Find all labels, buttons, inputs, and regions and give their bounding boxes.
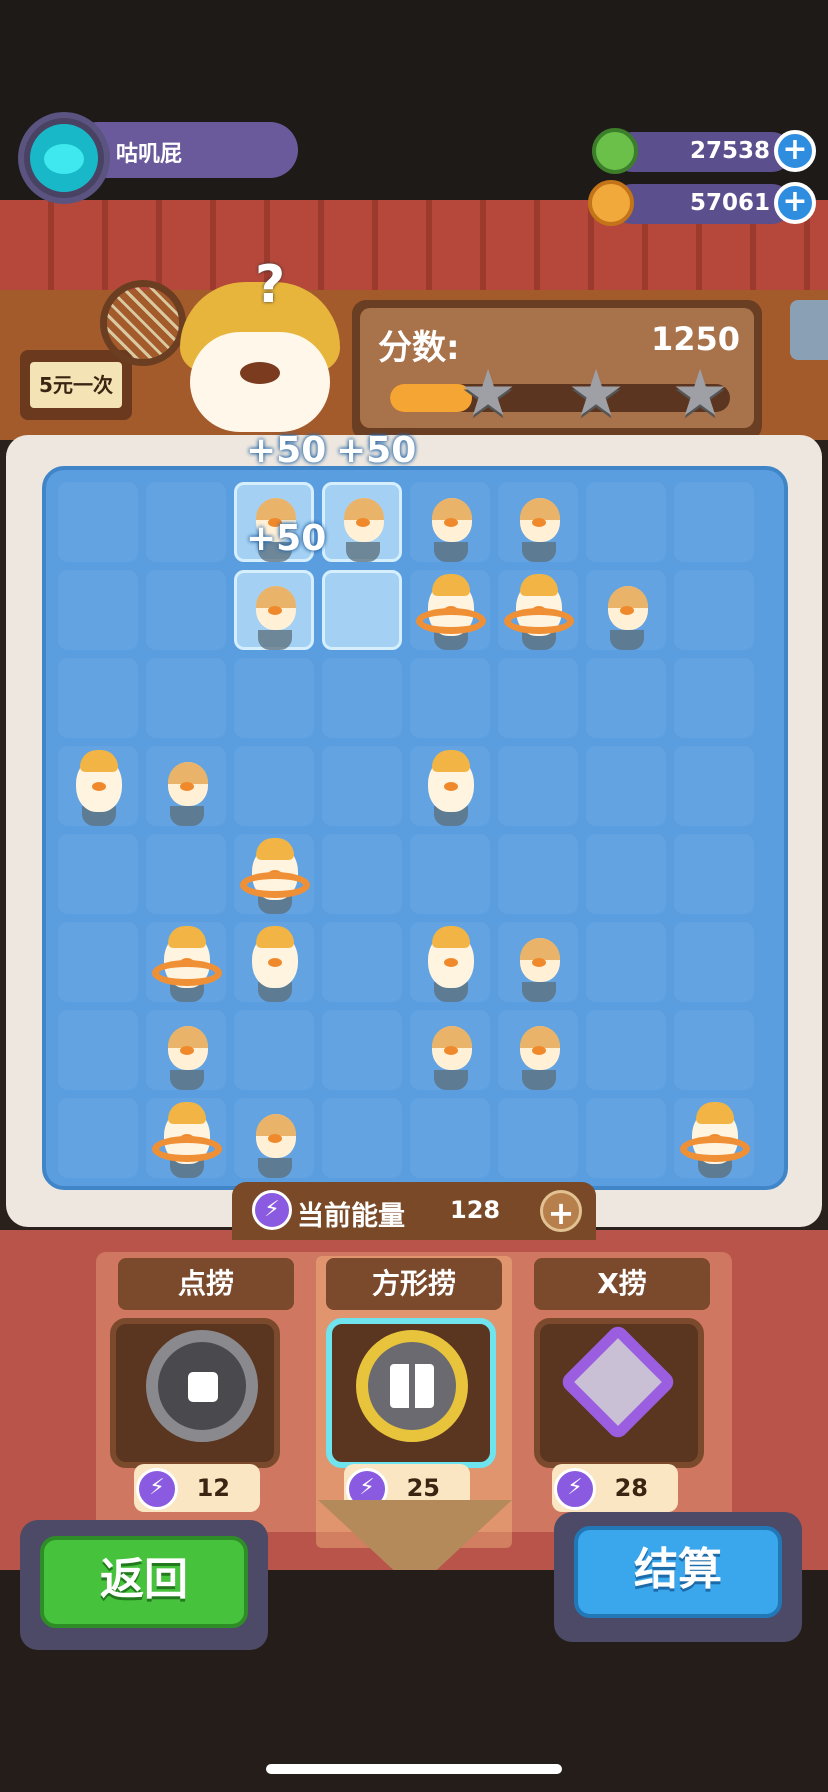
grid-cell[interactable] [58,570,138,650]
grid-cell[interactable] [234,1010,314,1090]
grid-cell[interactable] [674,1010,754,1090]
add-gems-button[interactable]: + [774,130,816,172]
small-duck[interactable] [238,1096,312,1182]
grid-cell[interactable] [498,1098,578,1178]
grid-cell[interactable] [498,746,578,826]
score-popup: +50 [336,430,417,471]
grid-cell[interactable] [586,746,666,826]
duck-with-float[interactable] [150,920,224,1006]
grid-cell[interactable] [58,482,138,562]
grid-cell[interactable] [322,658,402,738]
energy-label: 当前能量 [297,1201,405,1232]
big-duck[interactable] [414,920,488,1006]
tool-title-point: 点捞 [118,1258,294,1310]
small-duck[interactable] [590,568,664,654]
single-net-center [188,1372,218,1402]
add-energy-button[interactable]: + [540,1190,582,1232]
duck-with-float[interactable] [414,568,488,654]
grid-cell[interactable] [146,482,226,562]
grid-cell[interactable] [234,658,314,738]
score-popup: +50 [246,430,327,471]
grid-cell[interactable] [58,658,138,738]
star-1-icon: ★ [459,357,517,431]
small-duck[interactable] [414,480,488,566]
small-duck[interactable] [150,1008,224,1094]
grid-cell[interactable] [58,834,138,914]
grid-cell[interactable] [58,1010,138,1090]
small-duck[interactable] [238,568,312,654]
fishing-net-icon [100,280,186,366]
energy-icon: ⚡ [136,1468,178,1510]
grid-cell[interactable] [410,1098,490,1178]
small-duck[interactable] [502,480,576,566]
grid-cell[interactable] [322,1098,402,1178]
gold-coin-icon [588,180,634,226]
energy-icon: ⚡ [252,1190,292,1230]
grid-cell[interactable] [146,834,226,914]
settle-button[interactable]: 结算 [574,1526,782,1618]
big-duck[interactable] [62,744,136,830]
pond-board[interactable] [42,466,788,1190]
grid-cell[interactable] [58,922,138,1002]
coin-count: 57061 [689,190,770,216]
energy-value: 128 [450,1196,501,1224]
small-duck[interactable] [150,744,224,830]
tool-title-x: X捞 [534,1258,710,1310]
big-duck[interactable] [238,920,312,1006]
price-sign-text: 5元一次 [30,362,122,408]
grid-cell[interactable] [322,746,402,826]
score-value: 1250 [650,320,740,358]
score-popup: +50 [246,518,327,559]
back-button[interactable]: 返回 [40,1536,248,1628]
grid-cell[interactable] [410,658,490,738]
add-coins-button[interactable]: + [774,182,816,224]
grid-cell[interactable] [322,922,402,1002]
top-background [0,0,828,210]
grid-cell[interactable] [674,746,754,826]
star-2-icon: ★ [567,357,625,431]
side-scissors-icon[interactable] [790,300,828,360]
grid-cell[interactable] [586,658,666,738]
question-mark-icon: ? [255,255,286,315]
grid-cell[interactable] [674,570,754,650]
grid-cell[interactable] [586,1010,666,1090]
small-duck[interactable] [326,480,400,566]
small-duck[interactable] [502,920,576,1006]
grid-cell[interactable] [586,1098,666,1178]
player-name: 咕叽屁 [116,142,183,167]
duck-with-float[interactable] [678,1096,752,1182]
grid-cell[interactable] [146,658,226,738]
home-indicator [266,1764,562,1774]
square-net-pattern [390,1364,434,1408]
grid-cell[interactable] [586,482,666,562]
grid-cell[interactable] [410,834,490,914]
star-3-icon: ★ [671,357,729,431]
grid-cell[interactable] [674,922,754,1002]
big-duck[interactable] [414,744,488,830]
otter-nose [240,362,280,384]
grid-cell[interactable] [322,1010,402,1090]
grid-cell[interactable] [586,922,666,1002]
duck-with-float[interactable] [238,832,312,918]
duck-with-float[interactable] [502,568,576,654]
gem-count: 27538 [689,138,770,164]
grid-cell[interactable] [674,482,754,562]
selected-cell[interactable] [322,570,402,650]
grid-cell[interactable] [58,1098,138,1178]
score-label: 分数: [378,328,460,368]
small-duck[interactable] [502,1008,576,1094]
grid-cell[interactable] [498,834,578,914]
grid-cell[interactable] [234,746,314,826]
tool-title-square: 方形捞 [326,1258,502,1310]
grid-cell[interactable] [586,834,666,914]
grid-cell[interactable] [146,570,226,650]
energy-icon: ⚡ [554,1468,596,1510]
duck-with-float[interactable] [150,1096,224,1182]
grid-cell[interactable] [322,834,402,914]
grid-cell[interactable] [674,834,754,914]
grid-cell[interactable] [498,658,578,738]
grid-cell[interactable] [674,658,754,738]
small-duck[interactable] [414,1008,488,1094]
cat-avatar-icon [30,124,98,192]
